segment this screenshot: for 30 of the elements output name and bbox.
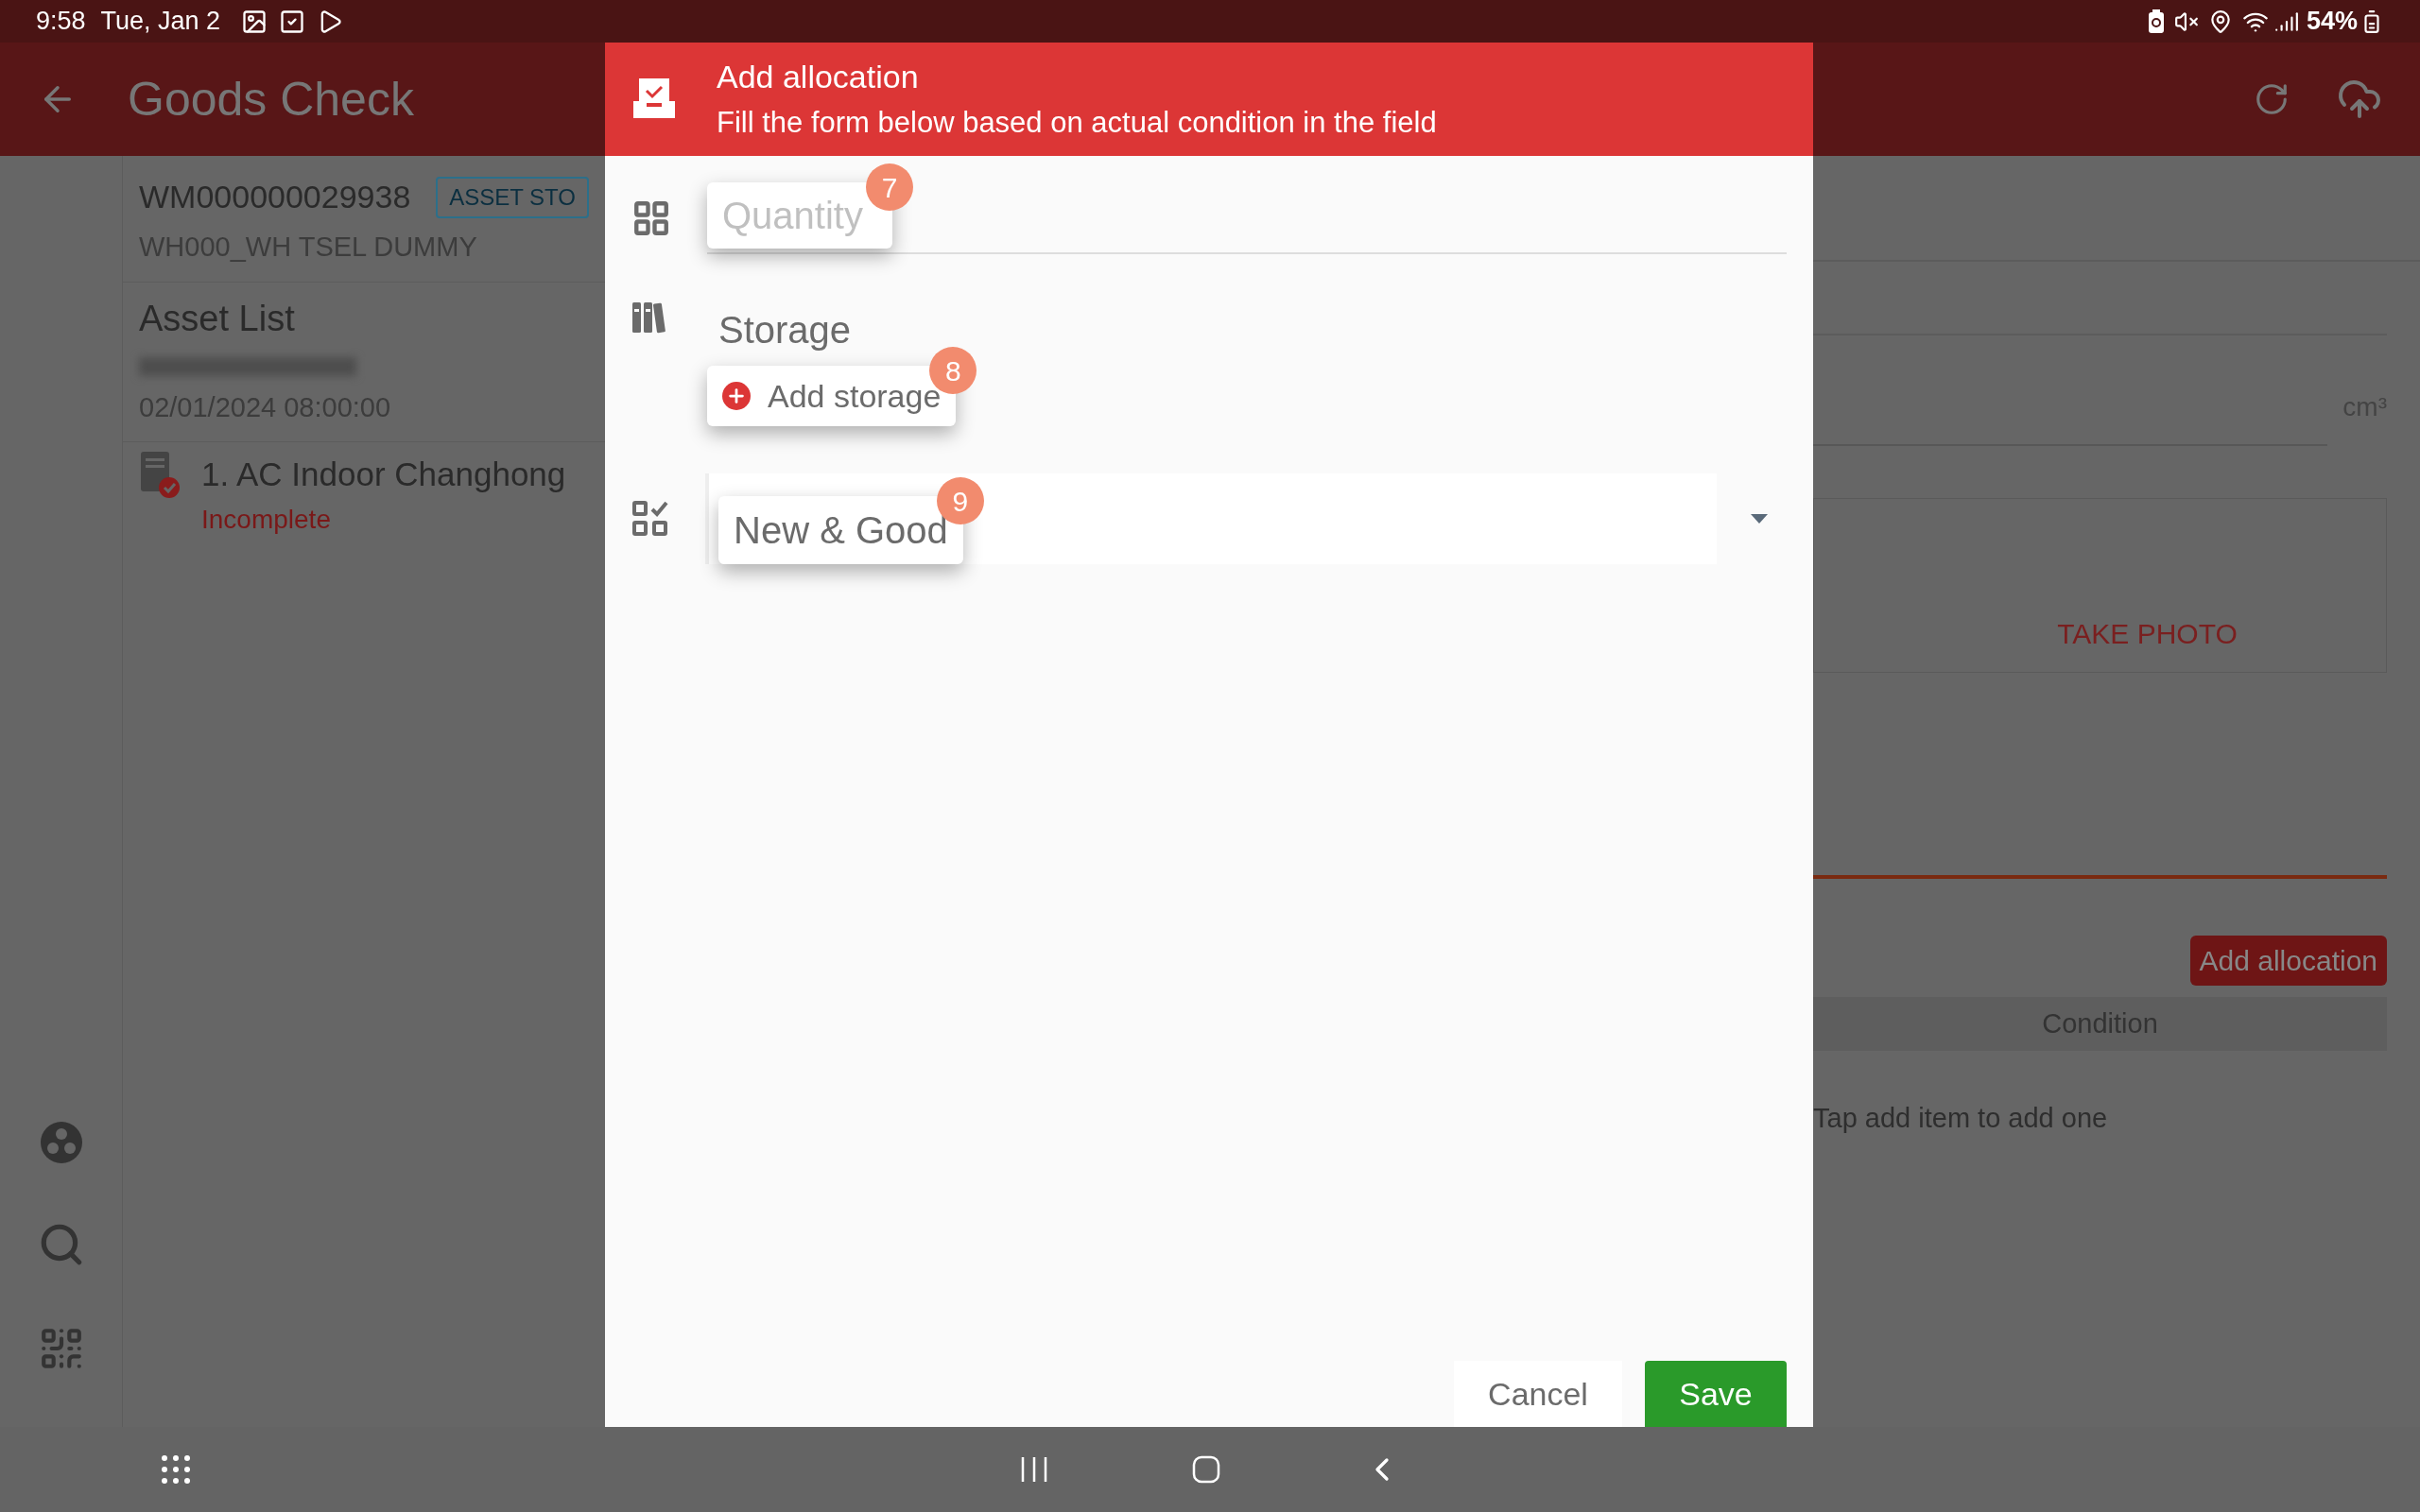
check-notification-icon (279, 8, 306, 35)
asset-name: 1. AC Indoor Changhong (201, 455, 566, 494)
cancel-button[interactable]: Cancel (1454, 1361, 1622, 1427)
app-title: Goods Check (128, 71, 414, 128)
document-check-icon (139, 450, 182, 501)
dropdown-caret-icon[interactable] (1751, 514, 1768, 524)
app-drawer-icon[interactable] (161, 1454, 191, 1485)
storage-label: Storage (718, 308, 853, 352)
image-notification-icon (241, 8, 268, 35)
save-button[interactable]: Save (1645, 1361, 1787, 1427)
order-number: WM000000029938 (139, 178, 411, 216)
home-icon[interactable] (1191, 1454, 1221, 1485)
status-date: Tue, Jan 2 (100, 6, 221, 38)
refresh-icon[interactable] (2254, 81, 2290, 117)
battery-percentage: 54% (2306, 6, 2358, 38)
dialog-title: Add allocation (717, 58, 920, 97)
asset-type-tag: ASSET STO (436, 176, 589, 218)
dialog-subtitle: Fill the form below based on actual condition in the field (717, 105, 1437, 142)
asset-status: Incomplete (201, 503, 332, 536)
empty-table-message: Tap add item to add one (1813, 1102, 2109, 1135)
asset-list-item[interactable]: 1. AC Indoor Changhong Incomplete (123, 442, 605, 540)
step-number-badge: 7 (866, 163, 913, 211)
grid-icon (631, 198, 671, 238)
checklist-icon (631, 500, 669, 538)
recent-apps-icon[interactable] (1019, 1455, 1049, 1484)
dots-circle-icon[interactable] (39, 1121, 83, 1164)
section-title: Asset List (139, 297, 296, 340)
clock-time: 9:58 (36, 6, 86, 38)
add-allocation-button[interactable]: Add allocation (2189, 936, 2387, 986)
battery-saver-icon (2147, 9, 2165, 34)
